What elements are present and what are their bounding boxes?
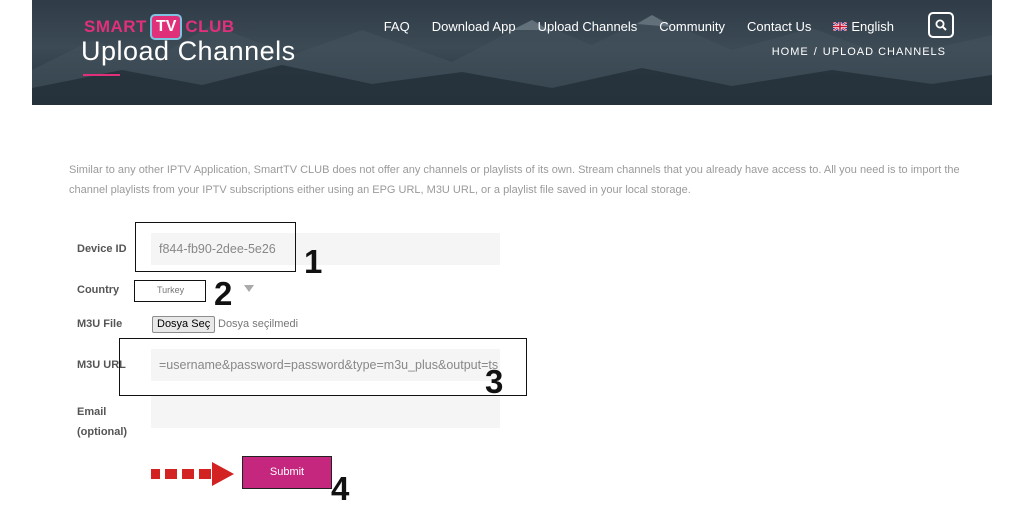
language-selector[interactable]: English bbox=[833, 19, 894, 34]
search-button[interactable] bbox=[928, 12, 954, 38]
uk-flag-icon bbox=[833, 22, 848, 32]
nav-upload-channels[interactable]: Upload Channels bbox=[538, 19, 638, 34]
choose-file-button[interactable]: Dosya Seç bbox=[152, 316, 216, 333]
main-nav: FAQ Download App Upload Channels Communi… bbox=[362, 19, 894, 34]
breadcrumb-home[interactable]: HOME bbox=[772, 46, 809, 58]
annotation-number-1: 1 bbox=[304, 243, 323, 280]
nav-faq[interactable]: FAQ bbox=[384, 19, 410, 34]
annotation-number-2: 2 bbox=[214, 275, 233, 312]
page-header: SMART TV CLUB Upload Channels FAQ Downlo… bbox=[32, 0, 992, 105]
search-icon bbox=[935, 19, 947, 31]
email-optional-label: (optional) bbox=[77, 426, 128, 438]
annotation-number-4: 4 bbox=[331, 470, 350, 507]
breadcrumb-separator: / bbox=[813, 46, 818, 58]
title-underline bbox=[83, 74, 120, 76]
device-id-label: Device ID bbox=[77, 243, 127, 255]
logo-club: CLUB bbox=[185, 17, 235, 36]
annotation-box-device-id bbox=[135, 222, 296, 272]
m3u-file-label: M3U File bbox=[77, 318, 123, 330]
annotation-number-3: 3 bbox=[485, 363, 504, 400]
logo-smart: SMART bbox=[84, 17, 147, 36]
page-title: Upload Channels bbox=[81, 36, 296, 66]
nav-community[interactable]: Community bbox=[659, 19, 725, 34]
intro-text: Similar to any other IPTV Application, S… bbox=[69, 164, 960, 196]
nav-contact-us[interactable]: Contact Us bbox=[747, 19, 811, 34]
language-label: English bbox=[851, 19, 894, 34]
annotation-box-country bbox=[134, 280, 206, 302]
email-label: Email bbox=[77, 406, 107, 418]
nav-download-app[interactable]: Download App bbox=[432, 19, 516, 34]
annotation-box-submit bbox=[242, 456, 332, 489]
breadcrumb-current: UPLOAD CHANNELS bbox=[822, 46, 946, 58]
breadcrumb: HOME / UPLOAD CHANNELS bbox=[772, 46, 946, 58]
email-field[interactable] bbox=[151, 396, 500, 428]
annotation-box-m3u-url bbox=[119, 338, 527, 396]
file-status: Dosya seçilmedi bbox=[218, 318, 299, 330]
red-dashed-arrow-icon bbox=[151, 462, 234, 486]
dropdown-caret-icon[interactable] bbox=[244, 285, 254, 292]
country-label: Country bbox=[77, 284, 120, 296]
